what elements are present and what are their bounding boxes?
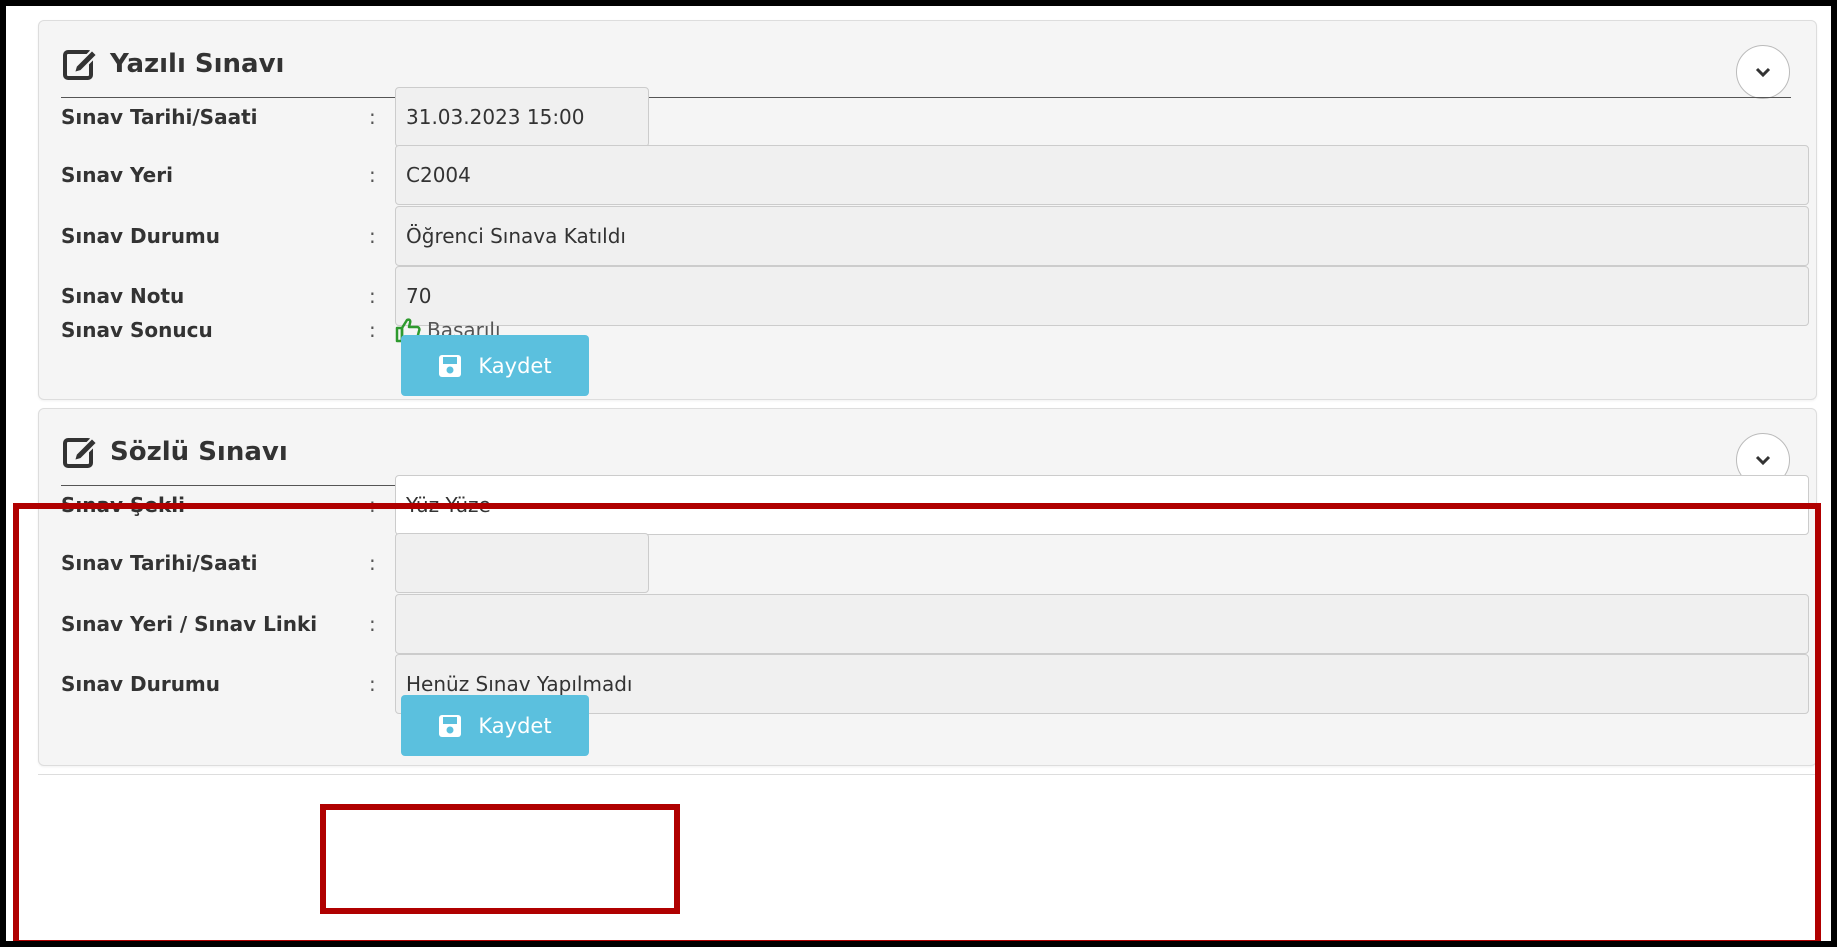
edit-icon: [63, 48, 99, 80]
chevron-down-icon: [1755, 67, 1771, 78]
sozlu-sekli-select[interactable]: Yüz Yüze: [395, 475, 1809, 535]
yazili-durum-colon: :: [369, 224, 376, 248]
yazili-save-label: Kaydet: [478, 353, 552, 378]
sozlu-sinav-panel: Sözlü Sınavı Sınav Şekli : Yüz Yüze Sına…: [38, 408, 1817, 766]
sozlu-yer-link-label: Sınav Yeri / Sınav Linki: [61, 612, 318, 636]
yazili-yer-field[interactable]: C2004: [395, 145, 1809, 205]
yazili-save-button[interactable]: Kaydet: [401, 335, 589, 396]
sozlu-panel-header: Sözlü Sınavı: [62, 432, 288, 472]
sozlu-sekli-colon: :: [369, 493, 376, 517]
sozlu-durum-label: Sınav Durumu: [61, 672, 221, 696]
sozlu-tarih-colon: :: [369, 551, 376, 575]
sozlu-yer-link-colon: :: [369, 612, 376, 636]
sozlu-save-label: Kaydet: [478, 713, 552, 738]
save-button-highlight: [320, 804, 680, 914]
floppy-disk-icon: [439, 714, 462, 737]
panel-separator: [38, 774, 1817, 789]
yazili-tarih-colon: :: [369, 105, 376, 129]
sozlu-tarih-label: Sınav Tarihi/Saati: [61, 551, 258, 575]
sozlu-sekli-label: Sınav Şekli: [61, 493, 185, 517]
sozlu-yer-link-field[interactable]: [395, 594, 1809, 654]
yazili-sonuc-label: Sınav Sonucu: [61, 318, 213, 342]
chevron-down-icon: [1755, 455, 1771, 466]
floppy-disk-icon: [439, 354, 462, 377]
edit-icon: [63, 436, 99, 468]
screen: Yazılı Sınavı Sınav Tarihi/Saati : 31.03…: [6, 6, 1831, 941]
yazili-yer-colon: :: [369, 163, 376, 187]
yazili-notu-label: Sınav Notu: [61, 284, 185, 308]
sozlu-save-button[interactable]: Kaydet: [401, 695, 589, 756]
yazili-tarih-field[interactable]: 31.03.2023 15:00: [395, 87, 649, 147]
yazili-panel-header: Yazılı Sınavı: [62, 44, 284, 84]
yazili-durum-label: Sınav Durumu: [61, 224, 221, 248]
sozlu-panel-title: Sözlü Sınavı: [110, 437, 288, 467]
yazili-notu-colon: :: [369, 284, 376, 308]
yazili-durum-field[interactable]: Öğrenci Sınava Katıldı: [395, 206, 1809, 266]
yazili-sonuc-colon: :: [369, 318, 376, 342]
yazili-title-divider: [61, 97, 1791, 98]
sozlu-tarih-field[interactable]: [395, 533, 649, 593]
yazili-notu-field[interactable]: 70: [395, 266, 1809, 326]
sozlu-durum-colon: :: [369, 672, 376, 696]
yazili-tarih-label: Sınav Tarihi/Saati: [61, 105, 258, 129]
yazili-sinav-panel: Yazılı Sınavı Sınav Tarihi/Saati : 31.03…: [38, 20, 1817, 400]
yazili-panel-title: Yazılı Sınavı: [110, 49, 285, 79]
sozlu-durum-field[interactable]: Henüz Sınav Yapılmadı: [395, 654, 1809, 714]
yazili-yer-label: Sınav Yeri: [61, 163, 173, 187]
yazili-collapse-button[interactable]: [1736, 45, 1790, 99]
